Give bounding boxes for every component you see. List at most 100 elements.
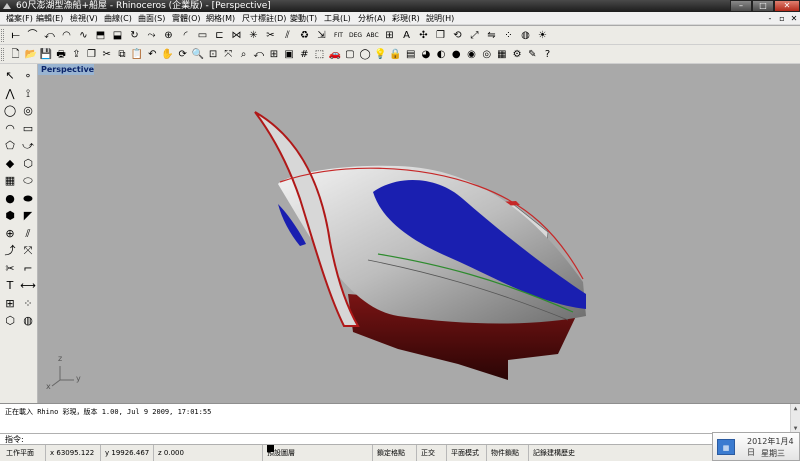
menu-edit[interactable]: 編輯(E) bbox=[36, 12, 63, 25]
zoom-previous-icon[interactable]: ⤺ bbox=[251, 47, 266, 62]
menu-solid[interactable]: 實體(O) bbox=[172, 12, 201, 25]
new-icon[interactable]: 🗋 bbox=[8, 47, 23, 62]
boolean-union-icon[interactable]: ⊕ bbox=[2, 226, 18, 242]
status-planar-toggle[interactable]: 平面模式 bbox=[446, 445, 479, 461]
status-snap-toggle[interactable]: 鎖定格點 bbox=[372, 445, 405, 461]
fillet-edge-icon[interactable]: ◤ bbox=[20, 208, 36, 224]
group-icon[interactable]: ⊞ bbox=[2, 296, 18, 312]
scale-icon[interactable]: ⤧ bbox=[20, 243, 36, 259]
ellipse-icon[interactable]: ◎ bbox=[20, 103, 36, 119]
arc-icon[interactable]: ◠ bbox=[59, 28, 74, 43]
loft-icon[interactable]: ⬓ bbox=[110, 28, 125, 43]
copy-doc-icon[interactable]: ❐ bbox=[84, 47, 99, 62]
menu-transform[interactable]: 變動(T) bbox=[290, 12, 317, 25]
undo-icon[interactable]: ↶ bbox=[145, 47, 160, 62]
project-icon[interactable]: ⇲ bbox=[314, 28, 329, 43]
offset-icon[interactable]: ⊏ bbox=[212, 28, 227, 43]
rectangle-icon[interactable]: ▭ bbox=[20, 121, 36, 137]
command-history-scrollbar[interactable]: ▲ ▼ bbox=[790, 404, 800, 434]
free-curve-icon[interactable]: ⤻ bbox=[20, 138, 36, 154]
menu-help[interactable]: 說明(H) bbox=[426, 12, 454, 25]
mdi-restore-button[interactable]: ▫ bbox=[776, 13, 788, 24]
menu-curve[interactable]: 曲線(C) bbox=[104, 12, 132, 25]
close-button[interactable]: ✕ bbox=[774, 0, 800, 12]
extrude-surface-icon[interactable]: ⬡ bbox=[20, 156, 36, 172]
fillet-icon[interactable]: ◜ bbox=[178, 28, 193, 43]
move-icon[interactable]: ⤴ bbox=[2, 243, 18, 259]
material-icon[interactable]: ◉ bbox=[464, 47, 479, 62]
zoom-window-icon[interactable]: ⊡ bbox=[206, 47, 221, 62]
viewport-icon[interactable]: ▣ bbox=[282, 47, 297, 62]
command-line[interactable]: 指令: bbox=[0, 433, 800, 445]
copy-icon[interactable]: ⧉ bbox=[114, 47, 129, 62]
point-icon[interactable]: ∘ bbox=[20, 68, 36, 84]
split-icon[interactable]: ⌐ bbox=[20, 261, 36, 277]
select-icon[interactable]: ⬚ bbox=[312, 47, 327, 62]
open-icon[interactable]: 📂 bbox=[23, 47, 38, 62]
analyze-icon[interactable]: ◍ bbox=[20, 313, 36, 329]
cylinder-solid-icon[interactable]: ⬭ bbox=[20, 173, 36, 189]
grid-icon[interactable]: # bbox=[297, 47, 312, 62]
spline-icon[interactable]: ∿ bbox=[76, 28, 91, 43]
circle-icon[interactable]: ◯ bbox=[358, 47, 373, 62]
surface-icon[interactable]: ◆ bbox=[2, 156, 18, 172]
menu-analyze[interactable]: 分析(A) bbox=[358, 12, 386, 25]
trim-icon[interactable]: ✂ bbox=[2, 261, 18, 277]
boolean-split-icon[interactable]: ⫽ bbox=[20, 226, 36, 242]
dims-icon[interactable]: ABC bbox=[365, 28, 380, 43]
text-icon[interactable]: A bbox=[399, 28, 414, 43]
perspective-viewport[interactable]: z y x Perspective bbox=[38, 64, 800, 403]
text-icon[interactable]: T bbox=[2, 278, 18, 294]
mirror-icon[interactable]: ⇋ bbox=[484, 28, 499, 43]
line-icon[interactable]: ⟝ bbox=[8, 28, 23, 43]
save-icon[interactable]: 💾 bbox=[38, 47, 53, 62]
menu-mesh[interactable]: 網格(M) bbox=[206, 12, 235, 25]
dimension-icon[interactable]: ⟷ bbox=[20, 278, 36, 294]
lock-icon[interactable]: 🔒 bbox=[388, 47, 403, 62]
environment-icon[interactable]: ◎ bbox=[479, 47, 494, 62]
boolean-icon[interactable]: ⊕ bbox=[161, 28, 176, 43]
sweep-icon[interactable]: ⤳ bbox=[144, 28, 159, 43]
print-icon[interactable]: 🖶 bbox=[54, 47, 69, 62]
trim-icon[interactable]: ✂ bbox=[263, 28, 278, 43]
car-icon[interactable]: 🚗 bbox=[327, 47, 342, 62]
box-icon[interactable]: ▢ bbox=[342, 47, 357, 62]
status-history-toggle[interactable]: 記錄建構歷史 bbox=[528, 445, 575, 461]
menu-render[interactable]: 彩現(R) bbox=[392, 12, 420, 25]
array-icon[interactable]: ⁘ bbox=[501, 28, 516, 43]
import-icon[interactable]: ⇪ bbox=[69, 47, 84, 62]
texture-icon[interactable]: ▦ bbox=[494, 47, 509, 62]
arc-icon[interactable]: ◠ bbox=[2, 121, 18, 137]
scroll-up-icon[interactable]: ▲ bbox=[791, 404, 800, 414]
menu-file[interactable]: 檔案(F) bbox=[6, 12, 33, 25]
select-arrow-icon[interactable]: ↖ bbox=[2, 68, 18, 84]
shell-icon[interactable]: ▭ bbox=[195, 28, 210, 43]
menu-dimension[interactable]: 尺寸標註(D) bbox=[242, 12, 286, 25]
viewport-tab-perspective[interactable]: Perspective bbox=[38, 64, 94, 75]
rotate-view-icon[interactable]: ⟳ bbox=[175, 47, 190, 62]
curve-points-icon[interactable]: ⟟ bbox=[20, 86, 36, 102]
four-view-icon[interactable]: ⊞ bbox=[266, 47, 281, 62]
paste-icon[interactable]: 📋 bbox=[130, 47, 145, 62]
light-icon[interactable]: 💡 bbox=[373, 47, 388, 62]
maximize-button[interactable]: □ bbox=[752, 0, 774, 12]
pipe-icon[interactable]: ⬬ bbox=[20, 191, 36, 207]
rebuild-icon[interactable]: ♻ bbox=[297, 28, 312, 43]
box-solid-icon[interactable]: ▦ bbox=[2, 173, 18, 189]
system-clock[interactable]: ▦ 2012年1月4日 星期三 bbox=[712, 432, 800, 461]
explode-icon[interactable]: ✳ bbox=[246, 28, 261, 43]
zoom-icon[interactable]: 🔍 bbox=[190, 47, 205, 62]
points-icon[interactable]: FIT bbox=[331, 28, 346, 43]
menu-tools[interactable]: 工具(L) bbox=[324, 12, 351, 25]
mdi-close-button[interactable]: ✕ bbox=[788, 13, 800, 24]
array-icon[interactable]: ⁘ bbox=[20, 296, 36, 312]
help-icon[interactable]: ? bbox=[540, 47, 555, 62]
status-ortho-toggle[interactable]: 正交 bbox=[416, 445, 435, 461]
status-layer[interactable]: 預設圖層 bbox=[262, 445, 295, 461]
join-icon[interactable]: ⋈ bbox=[229, 28, 244, 43]
copy-icon[interactable]: ❐ bbox=[433, 28, 448, 43]
zoom-selected-icon[interactable]: ⌕ bbox=[236, 47, 251, 62]
rotate-icon[interactable]: ⟲ bbox=[450, 28, 465, 43]
render-sphere-icon[interactable]: ● bbox=[449, 47, 464, 62]
toolbar-grip[interactable] bbox=[1, 48, 4, 61]
